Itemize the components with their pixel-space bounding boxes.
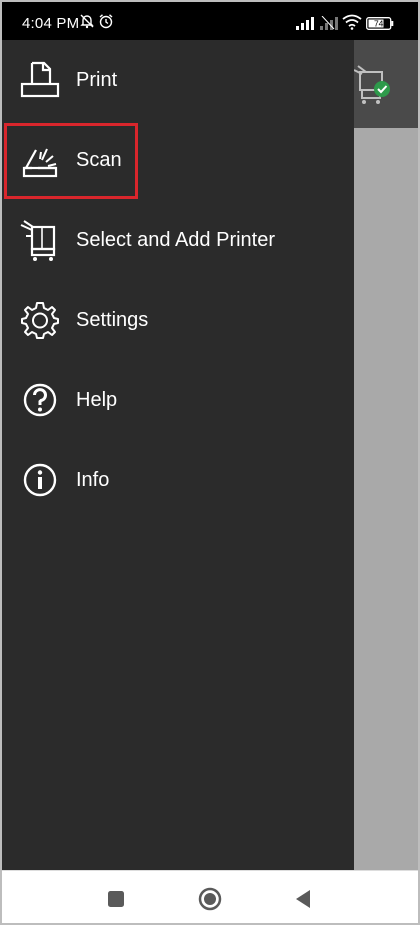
- system-nav-bar: [0, 870, 420, 925]
- screen: 4:04 PM 74 Print Scan Select and Add Pri…: [0, 0, 420, 925]
- menu-label-settings: Settings: [76, 309, 149, 331]
- menu-item-help[interactable]: Help: [2, 360, 354, 440]
- signal-2-icon: [320, 15, 338, 35]
- status-time: 4:04 PM: [22, 15, 80, 32]
- battery-level: 74: [374, 19, 384, 29]
- menu-item-scan[interactable]: Scan: [2, 120, 354, 200]
- wifi-icon: [342, 14, 362, 35]
- alarm-icon: [98, 13, 114, 34]
- back-icon[interactable]: [290, 885, 318, 913]
- signal-icon: [296, 16, 316, 35]
- menu-label-info: Info: [76, 469, 110, 491]
- mute-notifications-icon: [79, 13, 95, 34]
- status-bar: 4:04 PM 74: [0, 0, 420, 40]
- navigation-drawer: Print Scan Select and Add Printer Settin…: [2, 40, 354, 870]
- battery-icon: 74: [366, 17, 394, 35]
- scan-icon: [18, 138, 62, 182]
- help-icon: [18, 378, 62, 422]
- print-icon: [18, 58, 62, 102]
- menu-item-settings[interactable]: Settings: [2, 280, 354, 360]
- recent-apps-icon[interactable]: [102, 885, 130, 913]
- menu-item-info[interactable]: Info: [2, 440, 354, 520]
- menu-item-select-add-printer[interactable]: Select and Add Printer: [2, 200, 354, 280]
- info-icon: [18, 458, 62, 502]
- menu-label-scan: Scan: [76, 149, 122, 171]
- printer-connected-icon[interactable]: [352, 62, 394, 111]
- menu-label-select-add-printer: Select and Add Printer: [76, 229, 276, 251]
- gear-icon: [18, 298, 62, 342]
- printer-select-icon: [18, 218, 62, 262]
- home-icon[interactable]: [196, 885, 224, 913]
- menu-label-print: Print: [76, 69, 118, 91]
- menu-label-help: Help: [76, 389, 118, 411]
- menu-item-print[interactable]: Print: [2, 40, 354, 120]
